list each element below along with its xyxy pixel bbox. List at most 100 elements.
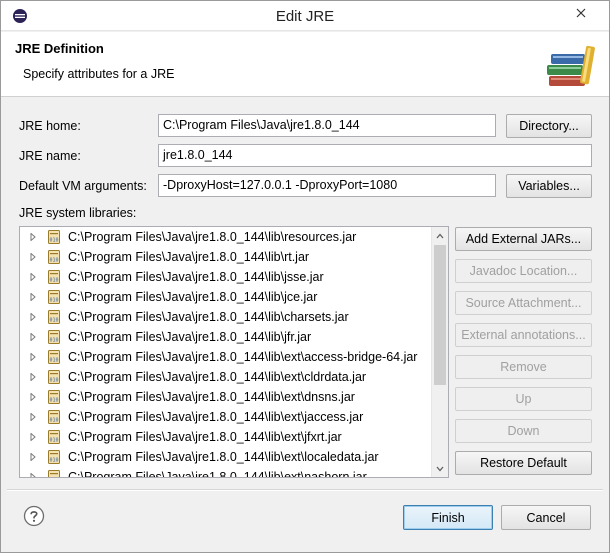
expand-arrow-icon[interactable]	[30, 453, 40, 461]
restore-default-button[interactable]: Restore Default	[455, 451, 592, 475]
jar-file-icon: 010	[46, 349, 62, 365]
expand-arrow-icon[interactable]	[30, 253, 40, 261]
jre-name-input[interactable]: jre1.8.0_144	[158, 144, 592, 167]
svg-text:010: 010	[49, 238, 58, 244]
expand-arrow-icon[interactable]	[30, 413, 40, 421]
library-path: C:\Program Files\Java\jre1.8.0_144\lib\e…	[68, 470, 367, 478]
library-row[interactable]: 010 C:\Program Files\Java\jre1.8.0_144\li…	[20, 467, 448, 479]
jre-name-label: JRE name:	[19, 149, 81, 163]
expand-arrow-icon[interactable]	[30, 433, 40, 441]
library-path: C:\Program Files\Java\jre1.8.0_144\lib\e…	[68, 430, 342, 444]
libraries-label: JRE system libraries:	[19, 206, 137, 220]
library-row[interactable]: 010 C:\Program Files\Java\jre1.8.0_144\li…	[20, 447, 448, 467]
jar-file-icon: 010	[46, 289, 62, 305]
library-row[interactable]: 010 C:\Program Files\Java\jre1.8.0_144\li…	[20, 367, 448, 387]
jar-file-icon: 010	[46, 409, 62, 425]
svg-text:010: 010	[49, 298, 58, 304]
libraries-tree[interactable]: 010 C:\Program Files\Java\jre1.8.0_144\li…	[19, 226, 449, 478]
library-row[interactable]: 010 C:\Program Files\Java\jre1.8.0_144\li…	[20, 387, 448, 407]
dialog-header: JRE Definition Specify attributes for a …	[1, 32, 609, 97]
svg-text:010: 010	[49, 318, 58, 324]
expand-arrow-icon[interactable]	[30, 333, 40, 341]
jar-file-icon: 010	[46, 449, 62, 465]
library-row[interactable]: 010 C:\Program Files\Java\jre1.8.0_144\li…	[20, 327, 448, 347]
expand-arrow-icon[interactable]	[30, 353, 40, 361]
up-button[interactable]: Up	[455, 387, 592, 411]
jar-file-icon: 010	[46, 249, 62, 265]
vertical-scrollbar[interactable]	[431, 227, 448, 477]
jar-file-icon: 010	[46, 369, 62, 385]
jre-home-input[interactable]: C:\Program Files\Java\jre1.8.0_144	[158, 114, 496, 137]
expand-arrow-icon[interactable]	[30, 293, 40, 301]
jar-file-icon: 010	[46, 269, 62, 285]
footer-separator	[7, 489, 603, 491]
svg-text:010: 010	[49, 478, 58, 479]
expand-arrow-icon[interactable]	[30, 393, 40, 401]
scroll-up-button[interactable]	[432, 227, 448, 244]
svg-text:010: 010	[49, 378, 58, 384]
source-attachment-button[interactable]: Source Attachment...	[455, 291, 592, 315]
finish-button[interactable]: Finish	[403, 505, 493, 530]
jar-file-icon: 010	[46, 389, 62, 405]
cancel-button[interactable]: Cancel	[501, 505, 591, 530]
header-description: Specify attributes for a JRE	[23, 67, 175, 81]
library-row[interactable]: 010 C:\Program Files\Java\jre1.8.0_144\li…	[20, 347, 448, 367]
library-path: C:\Program Files\Java\jre1.8.0_144\lib\j…	[68, 290, 318, 304]
expand-arrow-icon[interactable]	[30, 273, 40, 281]
svg-text:010: 010	[49, 438, 58, 444]
library-path: C:\Program Files\Java\jre1.8.0_144\lib\e…	[68, 390, 355, 404]
library-path: C:\Program Files\Java\jre1.8.0_144\lib\e…	[68, 450, 379, 464]
add-external-jars-button[interactable]: Add External JARs...	[455, 227, 592, 251]
library-row[interactable]: 010 C:\Program Files\Java\jre1.8.0_144\li…	[20, 287, 448, 307]
library-path: C:\Program Files\Java\jre1.8.0_144\lib\c…	[68, 310, 349, 324]
jar-file-icon: 010	[46, 429, 62, 445]
window-title: Edit JRE	[275, 8, 335, 25]
svg-text:010: 010	[49, 418, 58, 424]
library-row[interactable]: 010 C:\Program Files\Java\jre1.8.0_144\li…	[20, 227, 448, 247]
jre-home-label: JRE home:	[19, 119, 81, 133]
jar-file-icon: 010	[46, 329, 62, 345]
library-row[interactable]: 010 C:\Program Files\Java\jre1.8.0_144\li…	[20, 247, 448, 267]
svg-text:010: 010	[49, 258, 58, 264]
jar-file-icon: 010	[46, 469, 62, 479]
library-path: C:\Program Files\Java\jre1.8.0_144\lib\e…	[68, 370, 367, 384]
library-row[interactable]: 010 C:\Program Files\Java\jre1.8.0_144\li…	[20, 267, 448, 287]
library-books-icon	[547, 45, 595, 86]
close-icon	[576, 8, 586, 18]
directory-button[interactable]: Directory...	[506, 114, 592, 138]
variables-button[interactable]: Variables...	[506, 174, 592, 198]
scroll-thumb[interactable]	[434, 245, 446, 385]
remove-button[interactable]: Remove	[455, 355, 592, 379]
library-path: C:\Program Files\Java\jre1.8.0_144\lib\r…	[68, 230, 357, 244]
header-title: JRE Definition	[15, 41, 104, 56]
expand-arrow-icon[interactable]	[30, 473, 40, 477]
scroll-down-button[interactable]	[432, 460, 448, 477]
library-path: C:\Program Files\Java\jre1.8.0_144\lib\e…	[68, 350, 418, 364]
libraries-tree-rows: 010 C:\Program Files\Java\jre1.8.0_144\li…	[20, 227, 448, 479]
vm-arguments-input[interactable]: -DproxyHost=127.0.0.1 -DproxyPort=1080	[158, 174, 496, 197]
library-path: C:\Program Files\Java\jre1.8.0_144\lib\j…	[68, 330, 312, 344]
expand-arrow-icon[interactable]	[30, 233, 40, 241]
library-path: C:\Program Files\Java\jre1.8.0_144\lib\e…	[68, 410, 364, 424]
library-path: C:\Program Files\Java\jre1.8.0_144\lib\j…	[68, 270, 324, 284]
expand-arrow-icon[interactable]	[30, 313, 40, 321]
library-row[interactable]: 010 C:\Program Files\Java\jre1.8.0_144\li…	[20, 427, 448, 447]
svg-text:010: 010	[49, 398, 58, 404]
library-row[interactable]: 010 C:\Program Files\Java\jre1.8.0_144\li…	[20, 307, 448, 327]
svg-text:010: 010	[49, 458, 58, 464]
jar-file-icon: 010	[46, 309, 62, 325]
down-button[interactable]: Down	[455, 419, 592, 443]
close-button[interactable]	[560, 1, 602, 25]
library-row[interactable]: 010 C:\Program Files\Java\jre1.8.0_144\li…	[20, 407, 448, 427]
expand-arrow-icon[interactable]	[30, 373, 40, 381]
javadoc-location-button[interactable]: Javadoc Location...	[455, 259, 592, 283]
external-annotations-button[interactable]: External annotations...	[455, 323, 592, 347]
help-icon[interactable]	[23, 505, 45, 527]
edit-jre-dialog: Edit JRE JRE Definition Specify attribut…	[0, 0, 610, 553]
title-bar: Edit JRE	[1, 1, 609, 31]
svg-text:010: 010	[49, 358, 58, 364]
chevron-down-icon	[436, 466, 444, 471]
vm-arguments-label: Default VM arguments:	[19, 179, 147, 193]
svg-text:010: 010	[49, 338, 58, 344]
chevron-up-icon	[436, 233, 444, 238]
